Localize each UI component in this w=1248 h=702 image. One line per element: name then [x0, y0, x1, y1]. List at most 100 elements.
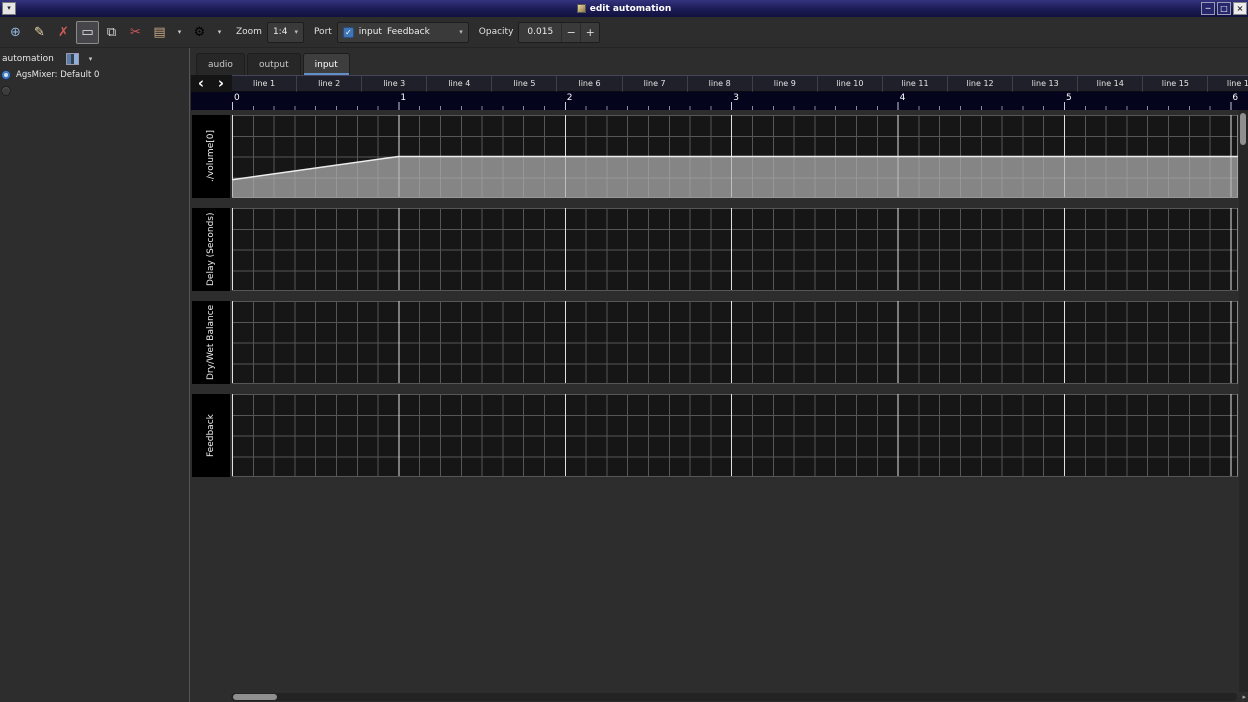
- line-column-header: line 8: [688, 75, 753, 92]
- line-column-header: line 6: [557, 75, 622, 92]
- selection-icon: ▭: [81, 26, 93, 39]
- tool-popup-button[interactable]: ⚙: [188, 21, 211, 44]
- lane-label: Feedback: [192, 394, 230, 477]
- horizontal-scrollbar[interactable]: [231, 693, 1237, 701]
- opacity-decrement-button[interactable]: −: [561, 23, 580, 42]
- copy-icon: ⧉: [107, 26, 116, 39]
- port-combo[interactable]: ✓ input Feedback ▾: [337, 22, 469, 43]
- gear-icon: ⚙: [194, 26, 206, 39]
- machine-radio-row: [0, 83, 189, 99]
- position-cursor-icon: ⊕: [10, 26, 21, 39]
- machine-radio-row: AgsMixer: Default 0: [0, 67, 189, 83]
- tab-audio[interactable]: audio: [196, 53, 245, 75]
- zoom-combo[interactable]: 1:4 ▾: [267, 22, 304, 43]
- close-button[interactable]: ×: [1233, 2, 1247, 15]
- lane-label: ./volume[0]: [192, 115, 230, 198]
- automation-curve: [232, 115, 1238, 198]
- machine-list: AgsMixer: Default 0: [0, 67, 189, 99]
- automation-grid[interactable]: [232, 115, 1238, 198]
- window-title: edit automation: [590, 4, 671, 14]
- scroll-left-button[interactable]: ‹: [191, 75, 211, 92]
- automation-lane: Feedback: [191, 394, 1248, 477]
- line-column-header: line 14: [1078, 75, 1143, 92]
- app-icon: [577, 4, 586, 13]
- paste-menu-button[interactable]: ▾: [173, 21, 186, 44]
- machine-icon: [66, 53, 79, 65]
- edit-automation-window: ▾ edit automation ─ □ × ⊕ ✎ ✗ ▭ ⧉ ✂ ▤ ▾ ⚙ ▾ Zo…: [0, 0, 1248, 702]
- port-label: Port: [314, 27, 332, 37]
- line-column-header: line 3: [362, 75, 427, 92]
- pencil-icon: ✎: [34, 26, 45, 39]
- automation-grid[interactable]: [232, 394, 1238, 477]
- cut-button[interactable]: ✂: [124, 21, 147, 44]
- maximize-button[interactable]: □: [1217, 2, 1231, 15]
- machine-menu-button[interactable]: ▾: [87, 55, 95, 63]
- lane-label: Delay (Seconds): [192, 208, 230, 291]
- zoom-value: 1:4: [273, 27, 287, 37]
- clear-tool-button[interactable]: ✗: [52, 21, 75, 44]
- tool-menu-button[interactable]: ▾: [213, 21, 226, 44]
- opacity-label: Opacity: [479, 27, 514, 37]
- paste-button[interactable]: ▤: [148, 21, 171, 44]
- line-column-header: line 10: [818, 75, 883, 92]
- line-column-header: line 11: [883, 75, 948, 92]
- scroll-arrow-right-icon[interactable]: ▸: [1242, 693, 1246, 701]
- vertical-scroll-thumb[interactable]: [1240, 113, 1246, 145]
- ruler-major-ticks: [232, 102, 1248, 110]
- automation-grid[interactable]: [232, 208, 1238, 291]
- automation-grid[interactable]: [232, 301, 1238, 384]
- line-column-header: line 1: [232, 75, 297, 92]
- ruler-scale: 0123456: [232, 92, 1248, 110]
- line-column-header: line 2: [297, 75, 362, 92]
- automation-lane: Delay (Seconds): [191, 208, 1248, 291]
- line-columns: line 1line 2line 3line 4line 5line 6 line…: [232, 75, 1248, 92]
- tab-output[interactable]: output: [247, 53, 301, 75]
- line-column-header: line 16: [1208, 75, 1248, 92]
- vertical-scrollbar[interactable]: [1239, 110, 1248, 692]
- opacity-value[interactable]: 0.015: [519, 27, 561, 37]
- automation-lane: Dry/Wet Balance: [191, 301, 1248, 384]
- select-tool-button[interactable]: ▭: [76, 21, 99, 44]
- opacity-increment-button[interactable]: +: [580, 23, 599, 42]
- minimize-button[interactable]: ─: [1201, 2, 1215, 15]
- horizontal-scroll-thumb[interactable]: [233, 694, 277, 700]
- ruler-unit-label: 5: [1066, 93, 1072, 103]
- clipboard-icon: ▤: [153, 26, 165, 39]
- window-title-area: edit automation: [0, 0, 1248, 17]
- automation-header: automation ▾: [0, 48, 189, 67]
- tool-button-group: ⊕ ✎ ✗ ▭ ⧉ ✂ ▤: [4, 21, 171, 44]
- port-name: Feedback: [387, 27, 452, 37]
- titlebar: ▾ edit automation ─ □ ×: [0, 0, 1248, 17]
- ruler: 0123456: [191, 92, 1248, 110]
- lane-label: Dry/Wet Balance: [192, 301, 230, 384]
- port-checkbox[interactable]: ✓: [343, 27, 354, 38]
- scissors-icon: ✂: [130, 26, 141, 39]
- edit-tool-button[interactable]: ✎: [28, 21, 51, 44]
- radio-button[interactable]: [1, 86, 11, 96]
- line-column-header: line 9: [753, 75, 818, 92]
- copy-button[interactable]: ⧉: [100, 21, 123, 44]
- line-column-header: line 15: [1143, 75, 1208, 92]
- automation-lane: ./volume[0]: [191, 115, 1248, 198]
- toolbar: ⊕ ✎ ✗ ▭ ⧉ ✂ ▤ ▾ ⚙ ▾ Zoom 1:4 ▾ Port ✓ input Fe…: [0, 17, 1248, 48]
- opacity-spinbutton: 0.015 − +: [518, 22, 600, 43]
- automation-editor: audiooutputinput ‹ › line 1line 2line 3l…: [191, 48, 1248, 702]
- ruler-unit-label: 6: [1232, 93, 1238, 103]
- ruler-unit-label: 2: [567, 93, 573, 103]
- scroll-right-button[interactable]: ›: [211, 75, 231, 92]
- tab-input[interactable]: input: [303, 53, 350, 75]
- machine-sidebar: automation ▾ AgsMixer: Default 0: [0, 48, 190, 702]
- line-column-header: line 4: [427, 75, 492, 92]
- line-column-header: line 12: [948, 75, 1013, 92]
- radio-button[interactable]: [1, 70, 11, 80]
- port-scope: input: [359, 27, 382, 37]
- chevron-down-icon: ▾: [294, 28, 298, 36]
- machine-label: AgsMixer: Default 0: [16, 70, 99, 80]
- line-column-header: line 5: [492, 75, 557, 92]
- scope-tabs: audiooutputinput: [191, 48, 1248, 75]
- zoom-label: Zoom: [236, 27, 262, 37]
- ruler-unit-label: 3: [733, 93, 739, 103]
- position-tool-button[interactable]: ⊕: [4, 21, 27, 44]
- automation-label: automation: [2, 54, 54, 64]
- window-controls: ─ □ ×: [1201, 2, 1247, 15]
